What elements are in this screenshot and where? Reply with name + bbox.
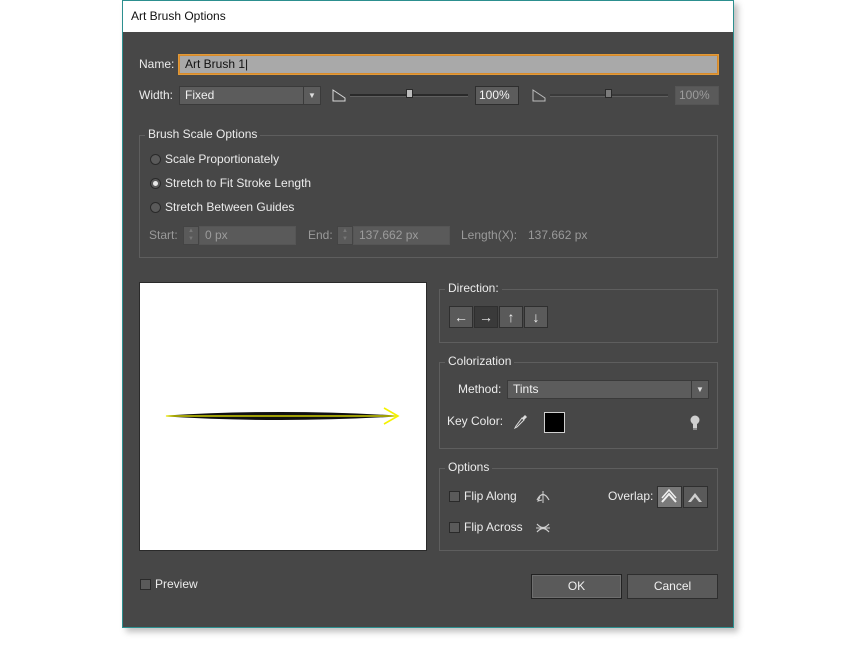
arrow-down-icon[interactable]: ↓ — [524, 306, 548, 328]
arrow-right-icon[interactable]: → — [474, 306, 498, 328]
chevron-down-icon: ▼ — [691, 381, 708, 398]
method-label: Method: — [458, 382, 502, 396]
stretch-to-fit-label[interactable]: Stretch to Fit Stroke Length — [165, 176, 311, 190]
stretch-between-guides-radio[interactable] — [150, 202, 161, 213]
name-input[interactable]: Art Brush 1| — [179, 55, 718, 74]
eyedropper-icon[interactable] — [512, 413, 528, 431]
width-max-icon — [532, 89, 546, 102]
start-stepper: ▲ ▼ — [183, 226, 199, 245]
width-label: Width: — [139, 88, 174, 102]
flip-along-icon — [536, 491, 550, 503]
scale-proportionately-label[interactable]: Scale Proportionately — [165, 152, 279, 166]
window-title: Art Brush Options — [123, 1, 733, 32]
stretch-to-fit-radio[interactable] — [150, 178, 161, 189]
direction-buttons: ← → ↑ ↓ — [449, 306, 549, 328]
brush-scale-options-title: Brush Scale Options — [145, 127, 261, 141]
length-value: 137.662 px — [528, 228, 588, 242]
flip-across-label[interactable]: Flip Across — [464, 520, 523, 534]
width-value-input[interactable]: 100% — [475, 86, 519, 105]
overlap-none-icon[interactable] — [683, 486, 708, 508]
flip-along-label[interactable]: Flip Along — [464, 489, 517, 503]
scale-proportionately-radio[interactable] — [150, 154, 161, 165]
cancel-button[interactable]: Cancel — [627, 574, 718, 599]
flip-along-checkbox[interactable] — [449, 491, 460, 502]
key-color-swatch[interactable] — [544, 412, 565, 433]
overlap-adjust-icon[interactable] — [657, 486, 682, 508]
preview-checkbox[interactable] — [140, 579, 151, 590]
name-label: Name: — [139, 57, 175, 71]
art-brush-options-dialog: Art Brush Options Name: Art Brush 1| Wid… — [122, 0, 734, 628]
width-select[interactable]: Fixed ▼ — [179, 86, 321, 105]
overlap-label: Overlap: — [608, 489, 654, 503]
end-stepper: ▲ ▼ — [337, 226, 353, 245]
preview-label[interactable]: Preview — [155, 577, 198, 591]
stretch-between-guides-label[interactable]: Stretch Between Guides — [165, 200, 294, 214]
arrow-up-icon[interactable]: ↑ — [499, 306, 523, 328]
start-label: Start: — [149, 228, 178, 242]
width-min-icon — [332, 89, 346, 102]
ok-button[interactable]: OK — [531, 574, 622, 599]
brush-preview-canvas — [139, 282, 427, 551]
width-select-value: Fixed — [185, 88, 215, 102]
width-slider-thumb[interactable] — [406, 89, 413, 98]
chevron-down-icon: ▼ — [303, 87, 320, 104]
method-select[interactable]: Tints ▼ — [507, 380, 709, 399]
length-label: Length(X): — [461, 228, 518, 242]
arrow-left-icon[interactable]: ← — [449, 306, 473, 328]
overlap-buttons — [657, 486, 709, 508]
key-color-label: Key Color: — [447, 414, 504, 428]
art-brush-stroke-preview — [165, 407, 400, 425]
variation-value-input: 100% — [675, 86, 719, 105]
options-title: Options — [445, 460, 493, 474]
end-input: 137.662 px — [353, 226, 450, 245]
direction-title: Direction: — [445, 281, 502, 295]
variation-slider-thumb[interactable] — [605, 89, 612, 98]
options-group: Options — [439, 460, 718, 551]
lightbulb-icon[interactable] — [688, 414, 702, 432]
flip-across-checkbox[interactable] — [449, 522, 460, 533]
end-label: End: — [308, 228, 333, 242]
colorization-title: Colorization — [445, 354, 515, 368]
start-input: 0 px — [199, 226, 296, 245]
method-select-value: Tints — [513, 382, 539, 396]
name-input-value: Art Brush 1 — [185, 57, 246, 71]
colorization-group: Colorization — [439, 354, 718, 449]
flip-across-icon — [536, 523, 550, 533]
